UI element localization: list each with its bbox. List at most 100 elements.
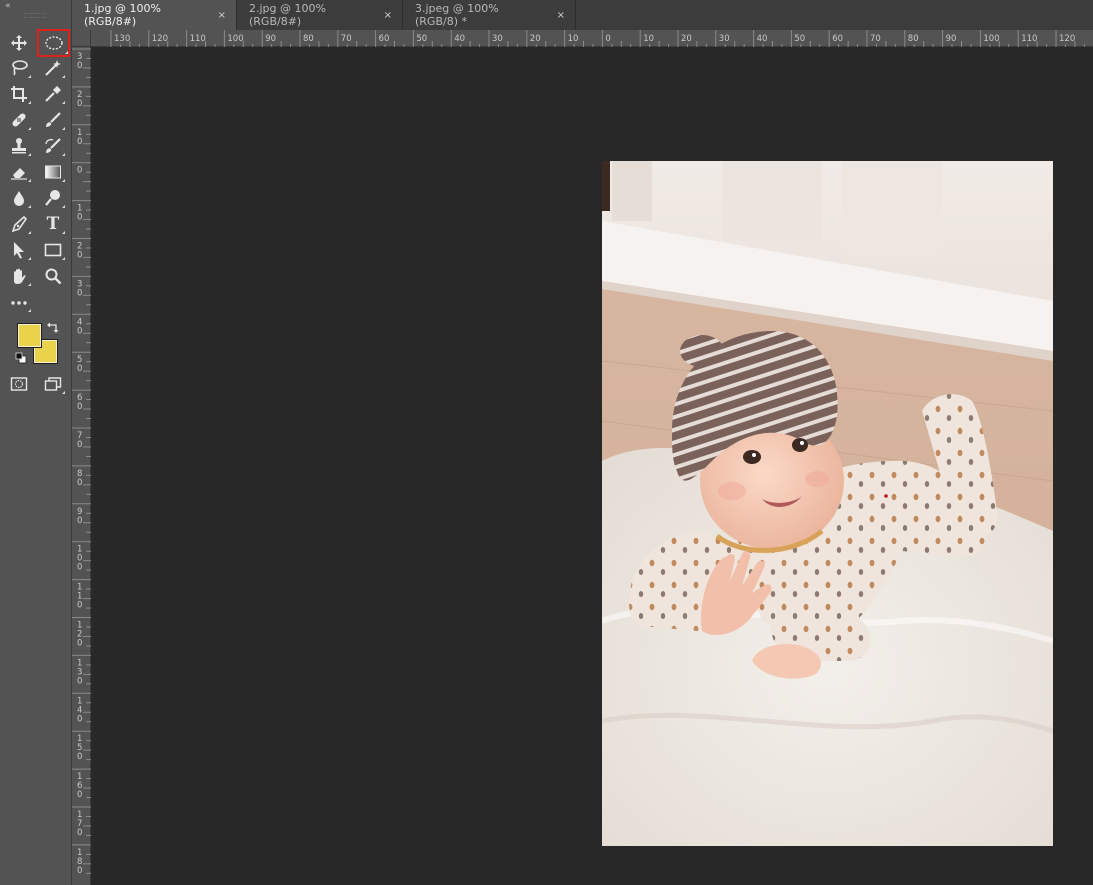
ruler-label: 0 <box>605 34 610 44</box>
ruler-label: 0 <box>77 790 82 800</box>
pen-tool[interactable] <box>6 212 32 236</box>
type-icon: T <box>46 213 60 234</box>
ruler-label: 30 <box>719 34 730 44</box>
path-selection-tool[interactable] <box>6 238 32 262</box>
document-tabs: 1.jpg @ 100% (RGB/8#) × 2.jpg @ 100% (RG… <box>72 0 1093 31</box>
ruler-label: 70 <box>341 34 352 44</box>
ruler-label: 0 <box>77 563 82 573</box>
gradient-tool[interactable] <box>40 160 66 184</box>
ruler-label: 20 <box>530 34 541 44</box>
vertical-ruler[interactable]: 3020100102030405060708090100110120130140… <box>72 47 91 885</box>
ruler-label: 0 <box>77 714 82 724</box>
swap-colors-icon[interactable] <box>47 321 59 333</box>
stamp-icon <box>12 138 26 154</box>
zoom-tool[interactable] <box>40 264 66 288</box>
close-icon[interactable]: × <box>384 10 392 21</box>
foreground-color-swatch[interactable] <box>17 323 42 348</box>
ruler-label: 0 <box>77 364 82 374</box>
eraser-icon <box>11 168 27 180</box>
tab-1-jpg[interactable]: 1.jpg @ 100% (RGB/8#) × <box>72 0 237 30</box>
document-image[interactable] <box>602 161 1053 846</box>
default-colors-icon[interactable] <box>15 352 27 364</box>
ruler-label: 0 <box>77 213 82 223</box>
magic-wand-tool[interactable] <box>40 56 66 80</box>
ruler-label: 30 <box>492 34 503 44</box>
zoom-icon <box>45 268 62 285</box>
close-icon[interactable]: × <box>557 10 565 21</box>
collapse-panel-icon[interactable]: « <box>5 1 10 11</box>
horizontal-ruler-ticks: 130 120 110 100 90 80 70 60 50 40 30 20 10 0 10 20 30 40 5… <box>110 30 1085 47</box>
ruler-label: 50 <box>794 34 805 44</box>
brush-tool[interactable] <box>40 108 66 132</box>
ruler-label: 0 <box>77 288 82 298</box>
close-icon[interactable]: × <box>218 10 226 21</box>
ruler-label: 80 <box>908 34 919 44</box>
tab-label: 1.jpg @ 100% (RGB/8#) <box>84 2 161 28</box>
eyedropper-icon <box>45 86 61 102</box>
ruler-label: 60 <box>379 34 390 44</box>
ruler-label: 0 <box>77 676 82 686</box>
ruler-label: 110 <box>190 34 206 44</box>
move-tool[interactable] <box>6 31 32 55</box>
blur-drop-icon <box>14 191 24 206</box>
edit-toolbar[interactable] <box>6 290 32 314</box>
ruler-label: 70 <box>870 34 881 44</box>
clone-stamp-tool[interactable] <box>6 134 32 158</box>
quick-mask-mode[interactable] <box>6 372 32 396</box>
tab-label: 3.jpeg @ 100% (RGB/8) * <box>415 2 499 28</box>
history-brush-icon <box>45 138 61 153</box>
arrow-pointer-icon <box>14 242 24 259</box>
tab-label: 2.jpg @ 100% (RGB/8#) <box>249 2 326 28</box>
ruler-label: 100 <box>983 34 999 44</box>
dodge-tool[interactable] <box>40 186 66 210</box>
ruler-label: 120 <box>1059 34 1075 44</box>
ruler-label: 0 <box>77 326 82 336</box>
panel-grip[interactable] <box>24 13 46 18</box>
ruler-label: 0 <box>77 440 82 450</box>
ruler-label: 50 <box>416 34 427 44</box>
quick-mask-icon <box>10 377 28 391</box>
eraser-tool[interactable] <box>6 160 32 184</box>
canvas-area[interactable] <box>91 47 1093 885</box>
horizontal-ruler[interactable]: 130 120 110 100 90 80 70 60 50 40 30 20 10 0 10 20 30 40 5… <box>91 30 1093 47</box>
screen-mode[interactable] <box>40 372 66 396</box>
vertical-ruler-ticks: 3020100102030405060708090100110120130140… <box>72 48 91 876</box>
ruler-label: 10 <box>568 34 579 44</box>
lasso-tool[interactable] <box>6 56 32 80</box>
ruler-label: 0 <box>77 516 82 526</box>
healing-brush-tool[interactable] <box>6 108 32 132</box>
ruler-label: 90 <box>946 34 957 44</box>
ruler-label: 0 <box>77 402 82 412</box>
hand-icon <box>14 268 26 284</box>
dodge-icon <box>45 190 60 206</box>
tab-3-jpeg[interactable]: 3.jpeg @ 100% (RGB/8) * × <box>403 0 576 30</box>
rectangle-icon <box>44 243 62 257</box>
ruler-label: 40 <box>454 34 465 44</box>
ruler-label: 80 <box>303 34 314 44</box>
more-dots-icon <box>11 301 27 305</box>
ruler-origin[interactable] <box>72 30 91 47</box>
ruler-label: 40 <box>757 34 768 44</box>
type-tool[interactable]: T <box>40 212 66 236</box>
rectangle-tool[interactable] <box>40 238 66 262</box>
ruler-label: 20 <box>681 34 692 44</box>
history-brush-tool[interactable] <box>40 134 66 158</box>
ruler-label: 0 <box>77 99 82 109</box>
ruler-label: 0 <box>77 601 82 611</box>
ruler-label: 10 <box>643 34 654 44</box>
ruler-label: 0 <box>77 166 82 176</box>
eyedropper-tool[interactable] <box>40 82 66 106</box>
ruler-label: 0 <box>77 639 82 649</box>
move-icon <box>11 35 27 51</box>
blur-tool[interactable] <box>6 186 32 210</box>
ellipse-marquee-icon <box>44 36 63 50</box>
hand-tool[interactable] <box>6 264 32 288</box>
ruler-label: 0 <box>77 866 82 876</box>
tools-panel: « T <box>0 0 72 885</box>
tab-2-jpg[interactable]: 2.jpg @ 100% (RGB/8#) × <box>237 0 403 30</box>
ruler-label: 110 <box>1021 34 1037 44</box>
crop-tool[interactable] <box>6 82 32 106</box>
brush-icon <box>46 112 61 127</box>
ruler-label: 130 <box>114 34 130 44</box>
elliptical-marquee-tool[interactable] <box>37 29 70 57</box>
